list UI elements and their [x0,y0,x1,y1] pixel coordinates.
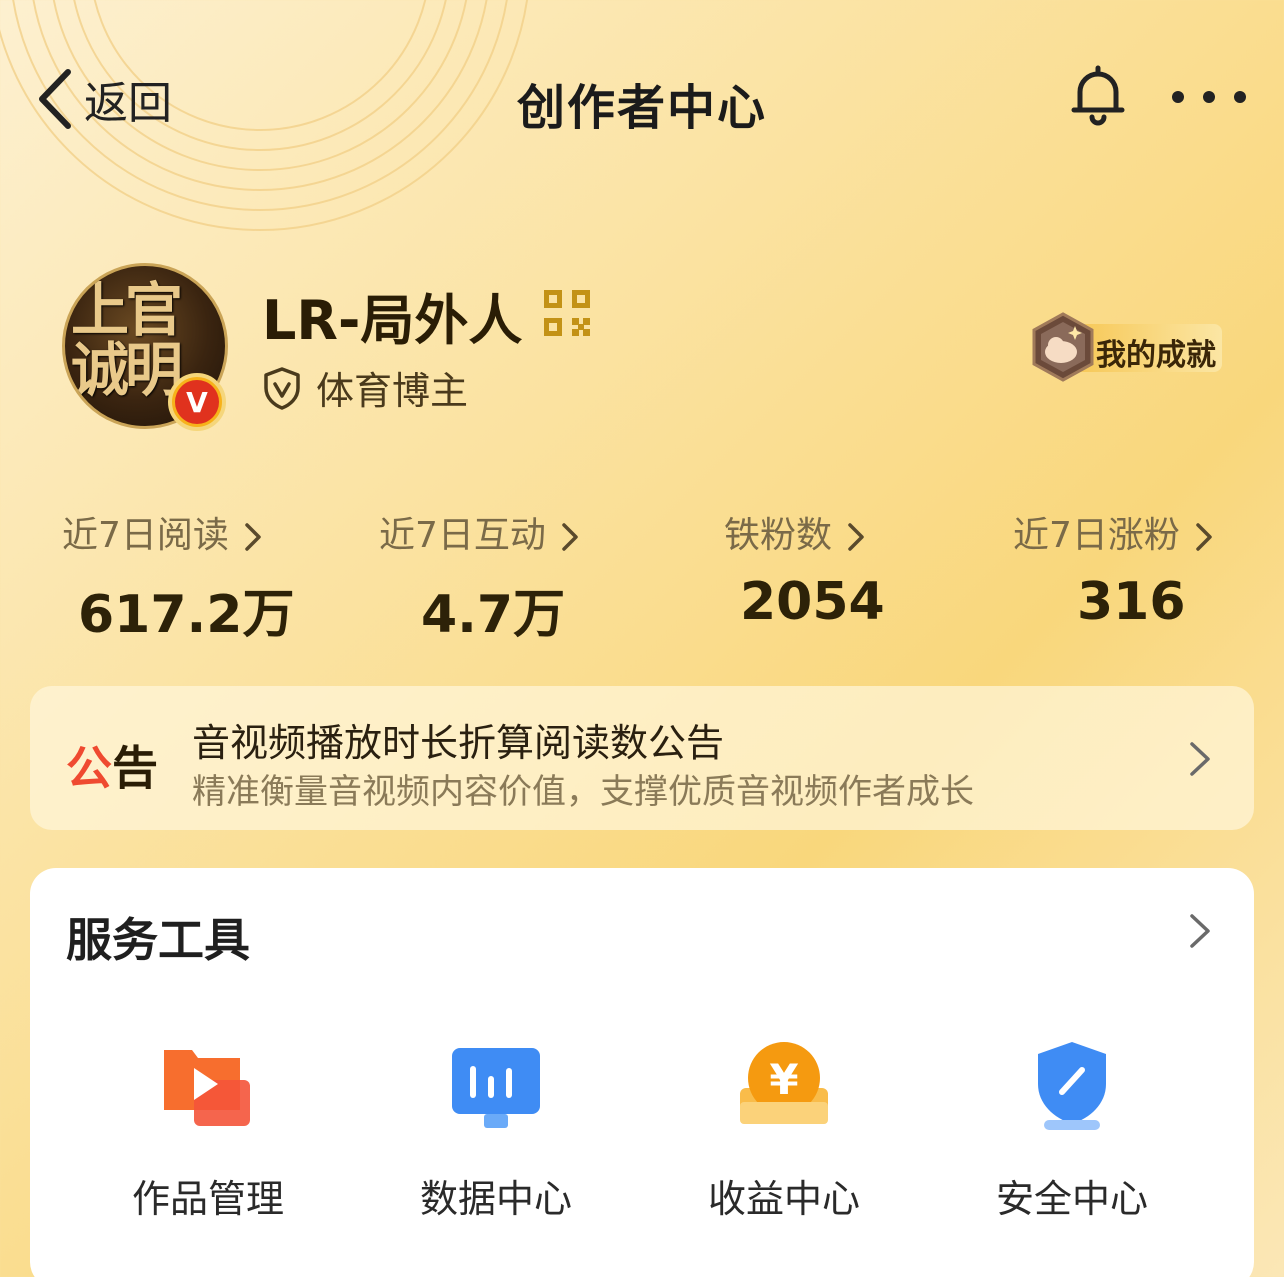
verified-shield-icon [264,366,300,410]
qr-code-icon[interactable] [544,290,590,336]
works-folder-icon [164,1050,250,1126]
chevron-right-icon [562,523,578,551]
stat-interactions[interactable]: 近7日互动 4.7万 [321,500,642,650]
stat-value: 617.2万 [78,585,295,645]
tool-label: 作品管理 [131,1177,284,1221]
achievement-button[interactable]: 我的成就 [1028,312,1222,382]
chevron-right-icon[interactable] [1188,912,1212,950]
service-tools-title: 服务工具 [66,913,250,967]
achievement-badge-icon [1032,312,1094,382]
stat-value: 316 [1077,572,1186,632]
verified-badge: V [168,373,226,431]
stat-core-fans[interactable]: 铁粉数 2054 [642,500,963,650]
chevron-right-icon [245,523,261,551]
more-dots-icon[interactable] [1168,80,1250,114]
tool-label: 数据中心 [419,1177,572,1221]
chevron-right-icon [1190,742,1210,776]
announcement-card[interactable]: 公告 音视频播放时长折算阅读数公告 精准衡量音视频内容价值，支撑优质音视频作者成… [30,686,1254,830]
stat-label: 铁粉数 [724,506,866,558]
announcement-tag-part2: 告 [112,741,158,795]
security-shield-icon [1038,1042,1106,1130]
role-label: 体育博主 [316,369,469,413]
role-tag: 体育博主 [262,360,468,415]
announcement-title: 音视频播放时长折算阅读数公告 [192,721,725,765]
tool-data-center[interactable]: 数据中心 [352,1038,640,1238]
bell-icon[interactable] [1066,64,1130,128]
stat-label: 近7日互动 [379,506,580,558]
service-tools-card: 服务工具 作品管理 数据中心 ¥ 收益中心 安全中心 [30,868,1254,1277]
stat-new-fans[interactable]: 近7日涨粉 316 [963,500,1284,650]
stat-label: 近7日涨粉 [1013,506,1214,558]
stat-label-text: 近7日阅读 [62,515,229,556]
top-bar: 返回 创作者中心 [0,0,1284,200]
tool-security-center[interactable]: 安全中心 [928,1038,1216,1238]
stat-label: 近7日阅读 [62,506,263,558]
stat-value: 2054 [740,572,885,632]
achievement-label: 我的成就 [1096,338,1216,373]
verified-v-icon: V [175,380,219,424]
stat-value: 4.7万 [421,585,566,645]
announcement-tag: 公告 [66,732,158,798]
stat-reads[interactable]: 近7日阅读 617.2万 [0,500,321,650]
tool-label: 收益中心 [707,1177,860,1221]
stats-row: 近7日阅读 617.2万 近7日互动 4.7万 铁粉数 2054 近7日涨粉 3… [0,500,1284,650]
tool-works-management[interactable]: 作品管理 [64,1038,352,1238]
tool-revenue-center[interactable]: ¥ 收益中心 [640,1038,928,1238]
announcement-tag-part1: 公 [66,741,112,795]
stat-label-text: 近7日涨粉 [1013,515,1180,556]
stat-label-text: 铁粉数 [724,515,833,556]
yuan-coin-icon: ¥ [740,1042,828,1124]
chevron-right-icon [848,523,864,551]
chevron-right-icon [1196,523,1212,551]
username: LR-局外人 [262,289,523,352]
data-chart-icon [452,1048,540,1128]
stat-label-text: 近7日互动 [379,515,546,556]
tool-label: 安全中心 [995,1177,1148,1221]
svg-text:¥: ¥ [769,1055,798,1104]
announcement-subtitle: 精准衡量音视频内容价值，支撑优质音视频作者成长 [192,772,974,812]
